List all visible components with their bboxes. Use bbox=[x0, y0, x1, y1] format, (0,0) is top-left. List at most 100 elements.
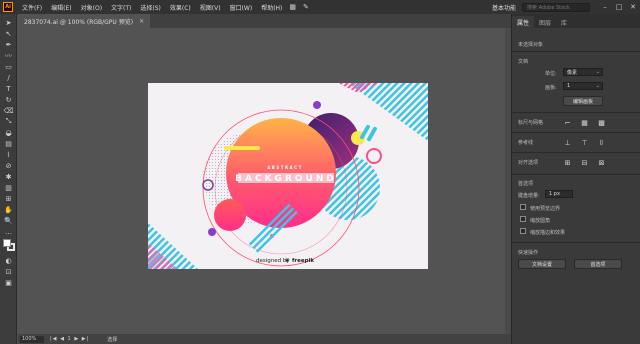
divider bbox=[512, 152, 640, 153]
preferences-title: 首选项 bbox=[518, 181, 534, 187]
ruler-icon[interactable]: ⌐ bbox=[563, 118, 572, 127]
divider bbox=[512, 51, 640, 52]
menu-help[interactable]: 帮助(H) bbox=[261, 3, 282, 12]
yellow-bar bbox=[224, 146, 260, 150]
app-logo: Ai bbox=[3, 2, 13, 12]
gradient-tool-icon[interactable]: ▤ bbox=[0, 138, 17, 149]
eraser-tool-icon[interactable]: ⌫ bbox=[0, 105, 17, 116]
status-mode: 选择 bbox=[107, 336, 118, 343]
properties-panel: 属性 图层 库 未选择对象 文档 单位: 像素 ⌄ 画板: 1 ⌄ 编辑画板 标… bbox=[511, 14, 640, 344]
rotate-tool-icon[interactable]: ↻ bbox=[0, 94, 17, 105]
scale-strokes-label: 缩放描边和效果 bbox=[530, 230, 566, 236]
direct-selection-tool-icon[interactable]: ↖ bbox=[0, 28, 17, 39]
document-tab[interactable]: 2837074.ai @ 100% (RGB/GPU 预览) ✕ bbox=[18, 14, 151, 28]
artboard-navigator[interactable]: |◀ ◀ 1 ▶ ▶| bbox=[50, 336, 89, 342]
menu-window[interactable]: 窗口(W) bbox=[230, 3, 253, 12]
menu-effect[interactable]: 效果(C) bbox=[170, 3, 191, 12]
chevron-down-icon: ⌄ bbox=[595, 69, 600, 75]
pen-tool-icon[interactable]: ✒ bbox=[0, 39, 17, 50]
divider bbox=[512, 112, 640, 113]
pink-ring bbox=[366, 148, 382, 164]
close-icon[interactable]: ✕ bbox=[626, 3, 640, 11]
smart-guides-icon[interactable]: ⫫ bbox=[597, 138, 606, 147]
brush-icon[interactable]: ✎ bbox=[303, 3, 309, 11]
show-guides-icon[interactable]: ⊥ bbox=[563, 138, 572, 147]
menu-bar: Ai 文件(F) 编辑(E) 对象(O) 文字(T) 选择(S) 效果(C) 视… bbox=[0, 0, 640, 14]
scale-corners-checkbox[interactable] bbox=[520, 216, 526, 222]
document-setup-button[interactable]: 文档设置 bbox=[518, 259, 566, 269]
fill-stroke-swatch[interactable] bbox=[0, 237, 17, 255]
curvature-tool-icon[interactable]: 〰 bbox=[0, 50, 17, 61]
drawing-mode-icon[interactable]: ⊡ bbox=[0, 266, 17, 277]
unit-select[interactable]: 像素 ⌄ bbox=[563, 68, 603, 76]
menu-view[interactable]: 视图(V) bbox=[200, 3, 221, 12]
divider bbox=[512, 174, 640, 175]
guides-title: 参考线 bbox=[518, 140, 534, 146]
ruler-grid-title: 标尺与网格 bbox=[518, 120, 544, 126]
hand-tool-icon[interactable]: ✋ bbox=[0, 204, 17, 215]
type-tool-icon[interactable]: T bbox=[0, 83, 17, 94]
chevron-down-icon: ⌄ bbox=[595, 83, 600, 89]
document-section-title: 文档 bbox=[518, 59, 529, 65]
tab-properties[interactable]: 属性 bbox=[512, 16, 535, 28]
transparency-grid-icon[interactable]: ▩ bbox=[597, 118, 606, 127]
align-options-title: 对齐选项 bbox=[518, 160, 539, 166]
purple-dot bbox=[313, 101, 321, 109]
layout-grid-icon[interactable]: ▦ bbox=[289, 3, 296, 11]
tools-panel: ➤ ↖ ✒ 〰 ▭ / T ↻ ⌫ ⤡ ◒ ▤ ⌇ ⊘ ✱ ▥ ⊞ ✋ 🔍 … … bbox=[0, 14, 17, 344]
artboard-tool-icon[interactable]: ⊞ bbox=[0, 193, 17, 204]
document-tab-label: 2837074.ai @ 100% (RGB/GPU 预览) bbox=[24, 18, 134, 26]
free-transform-tool-icon[interactable]: ⤡ bbox=[0, 116, 17, 127]
status-bar: 100% |◀ ◀ 1 ▶ ▶| 选择 bbox=[18, 334, 511, 344]
purple-dot-left bbox=[208, 228, 216, 236]
selection-tool-icon[interactable]: ➤ bbox=[0, 17, 17, 28]
panel-tabs: 属性 图层 库 bbox=[512, 14, 640, 28]
grid-icon[interactable]: ▦ bbox=[580, 118, 589, 127]
menu-file[interactable]: 文件(F) bbox=[22, 3, 42, 12]
workspace-switcher[interactable]: 基本功能 bbox=[492, 3, 516, 12]
menu-select[interactable]: 选择(S) bbox=[140, 3, 161, 12]
tab-libraries[interactable]: 库 bbox=[556, 16, 572, 28]
align-to-pixel-icon[interactable]: ⊞ bbox=[563, 158, 572, 167]
zoom-level[interactable]: 100% bbox=[20, 335, 44, 343]
minimize-icon[interactable]: – bbox=[598, 3, 612, 11]
screen-mode-icon[interactable]: ▣ bbox=[0, 277, 17, 288]
align-to-artboard-icon[interactable]: ⊠ bbox=[597, 158, 606, 167]
symbol-sprayer-tool-icon[interactable]: ✱ bbox=[0, 171, 17, 182]
keyboard-increment-label: 键盘增量: bbox=[518, 193, 540, 199]
paintbrush-tool-icon[interactable]: / bbox=[0, 72, 17, 83]
stock-search-input[interactable]: 搜索 Adobe Stock bbox=[522, 2, 590, 12]
artwork-title: BACKGROUND bbox=[235, 174, 337, 184]
edit-artboard-button[interactable]: 编辑画板 bbox=[563, 96, 603, 106]
artboard-select[interactable]: 1 ⌄ bbox=[563, 82, 603, 90]
artboard-label: 画板: bbox=[545, 85, 557, 91]
shape-builder-tool-icon[interactable]: ◒ bbox=[0, 127, 17, 138]
preferences-button[interactable]: 首选项 bbox=[574, 259, 622, 269]
zoom-tool-icon[interactable]: 🔍 bbox=[0, 215, 17, 226]
maximize-icon[interactable]: □ bbox=[612, 3, 626, 11]
column-graph-tool-icon[interactable]: ▥ bbox=[0, 182, 17, 193]
fill-swatch[interactable] bbox=[3, 239, 11, 247]
lock-guides-icon[interactable]: ⊤ bbox=[580, 138, 589, 147]
menu-type[interactable]: 文字(T) bbox=[111, 3, 131, 12]
artwork-top-label: ABSTRACT bbox=[267, 165, 303, 170]
scale-strokes-checkbox[interactable] bbox=[520, 228, 526, 234]
eyedropper-tool-icon[interactable]: ⌇ bbox=[0, 149, 17, 160]
artboard[interactable]: ABSTRACT BACKGROUND designed by ❦ freepi… bbox=[148, 83, 428, 269]
close-tab-icon[interactable]: ✕ bbox=[139, 18, 144, 25]
menu-edit[interactable]: 编辑(E) bbox=[51, 3, 71, 12]
unit-value: 像素 bbox=[567, 69, 578, 76]
keyboard-increment-input[interactable]: 1 px bbox=[545, 190, 573, 198]
tab-layers[interactable]: 图层 bbox=[534, 16, 556, 28]
preview-bounds-checkbox[interactable] bbox=[520, 204, 526, 210]
artwork: ABSTRACT BACKGROUND designed by ❦ freepi… bbox=[148, 83, 428, 269]
align-to-selection-icon[interactable]: ⊟ bbox=[580, 158, 589, 167]
no-selection-label: 未选择对象 bbox=[518, 42, 544, 48]
divider bbox=[512, 242, 640, 243]
color-mode-icon[interactable]: ◐ bbox=[0, 255, 17, 266]
blend-tool-icon[interactable]: ⊘ bbox=[0, 160, 17, 171]
rectangle-tool-icon[interactable]: ▭ bbox=[0, 61, 17, 72]
more-tools-icon[interactable]: … bbox=[0, 226, 17, 237]
scale-corners-label: 缩放圆角 bbox=[530, 218, 551, 224]
menu-object[interactable]: 对象(O) bbox=[81, 3, 102, 12]
